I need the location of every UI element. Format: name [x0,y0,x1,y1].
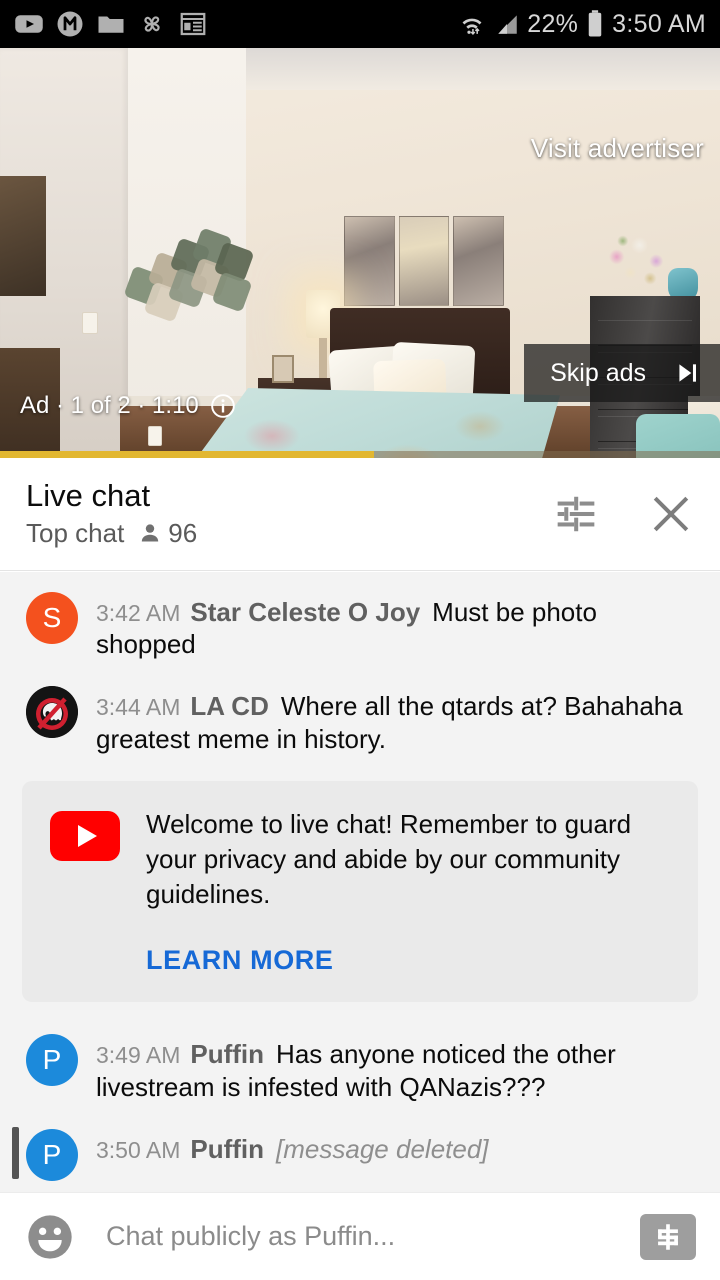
chat-message-body: 3:49 AM Puffin Has anyone noticed the othe… [96,1032,698,1102]
live-chat-header: Live chat Top chat 96 [0,458,720,571]
scroll-position-marker[interactable] [12,1126,19,1179]
person-icon [142,524,159,542]
message-text: Where all the qtards at? Bahahaha greate… [96,691,683,754]
status-bar-notification-icons [14,9,208,39]
live-chat-titles: Live chat Top chat 96 [26,480,197,549]
status-bar-system-icons: 22% 3:50 AM [457,9,706,39]
info-icon[interactable] [210,393,236,419]
page-title: Live chat [26,477,151,513]
message-text: [message deleted] [276,1133,489,1164]
skip-ads-button[interactable]: Skip ads [524,344,720,402]
clock-label: 3:50 AM [612,9,706,38]
live-chat-header-actions [554,491,694,537]
skip-ads-label: Skip ads [550,358,646,387]
ad-progress-fill [0,451,375,458]
wifi-icon [462,18,482,36]
message-author[interactable]: Star Celeste O Joy [190,597,420,627]
welcome-banner-content: Welcome to live chat! Remember to guard … [146,807,668,976]
chat-message[interactable]: P 3:49 AM Puffin Has anyone noticed the ot… [0,1020,720,1114]
superchat-button[interactable] [640,1213,696,1260]
avatar-letter: P [42,1044,62,1076]
cell-signal-icon [498,15,517,34]
learn-more-link[interactable]: LEARN MORE [146,945,668,976]
message-author[interactable]: Puffin [190,1039,264,1069]
avatar[interactable]: P [26,1128,78,1181]
youtube-icon [15,15,43,33]
chat-message-body: 3:42 AM Star Celeste O Joy Must be photo s… [96,590,698,660]
chat-message-list[interactable]: S 3:42 AM Star Celeste O Joy Must be photo… [0,572,720,1192]
message-author[interactable]: Puffin [190,1134,264,1164]
emoji-smiley-icon[interactable] [24,1211,76,1263]
chat-message-body: 3:50 AM Puffin [message deleted] [96,1127,698,1181]
ghostbusters-avatar-icon [26,686,78,739]
viewer-count: 96 [138,518,197,549]
chat-message[interactable]: 3:44 AM LA CD Where all the qtards at? Bah… [0,672,720,766]
message-timestamp: 3:44 AM [96,694,181,721]
message-author[interactable]: LA CD [190,691,268,721]
welcome-banner: Welcome to live chat! Remember to guard … [22,780,698,1003]
visit-advertiser-link[interactable]: Visit advertiser [531,133,704,164]
avatar-letter: P [42,1138,62,1170]
message-timestamp: 3:50 AM [96,1136,181,1163]
chat-mode-label[interactable]: Top chat [26,518,124,549]
chat-input[interactable] [106,1221,640,1252]
chat-message-body: 3:44 AM LA CD Where all the qtards at? Bah… [96,684,698,754]
chat-message[interactable]: P 3:50 AM Puffin [message deleted] [0,1115,720,1192]
avatar[interactable]: P [26,1034,78,1087]
ad-meta-label: Ad · 1 of 2 · 1:10 [20,392,199,419]
welcome-banner-text: Welcome to live chat! Remember to guard … [146,808,632,909]
battery-icon [588,10,602,37]
chat-subheader: Top chat 96 [26,518,197,549]
skip-next-icon [679,364,696,382]
pinwheel-icon [144,16,160,32]
tune-icon[interactable] [554,492,598,536]
folder-icon [98,16,124,33]
dollar-superchat-icon [658,1223,678,1250]
battery-percent-label: 22% [527,9,579,38]
chat-input-bar [0,1192,720,1280]
video-player[interactable]: Visit advertiser Skip ads Ad · 1 of 2 · … [0,48,720,458]
chat-message[interactable]: S 3:42 AM Star Celeste O Joy Must be photo… [0,578,720,672]
youtube-logo-icon [50,810,120,861]
avatar[interactable]: S [26,592,78,644]
notepad-icon [180,12,206,36]
avatar[interactable] [26,686,78,739]
youtube-live-chat-screen: 22% 3:50 AM Visit advertiser Skip ads Ad… [0,0,720,1280]
ad-progress-bar[interactable] [0,451,720,458]
message-timestamp: 3:42 AM [96,600,181,626]
message-timestamp: 3:49 AM [96,1042,181,1069]
m-circle-icon [57,11,83,37]
close-icon[interactable] [648,491,694,537]
status-bar: 22% 3:50 AM [0,0,720,48]
avatar-letter: S [42,602,62,633]
ad-metadata: Ad · 1 of 2 · 1:10 [20,392,236,420]
viewer-count-label: 96 [168,517,198,548]
